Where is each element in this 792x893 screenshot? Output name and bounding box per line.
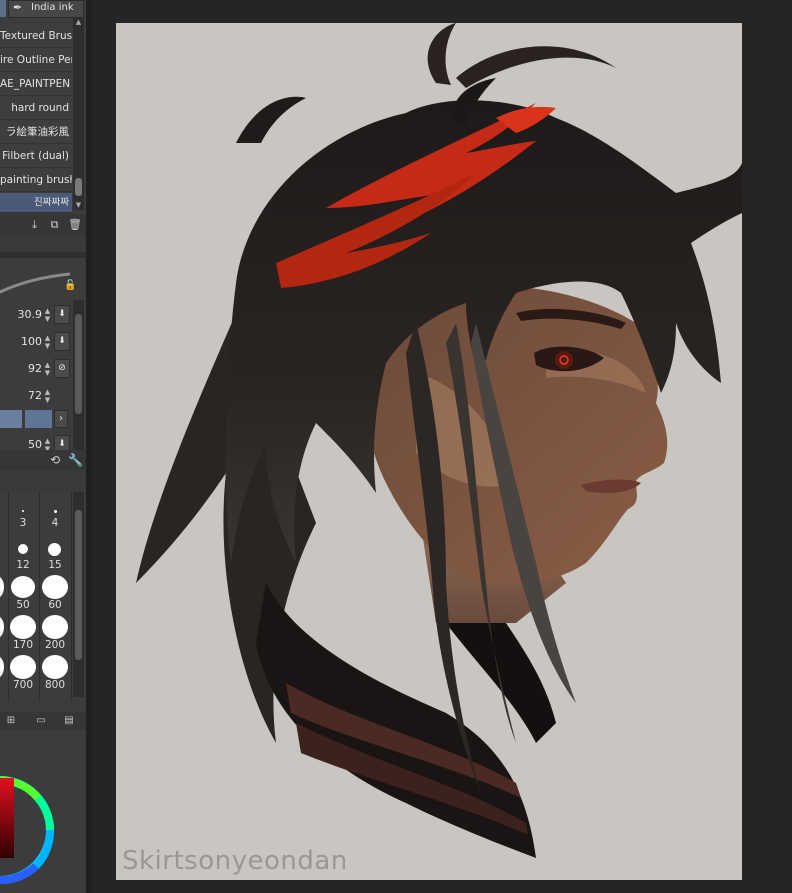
artist-signature: Skirtsonyeondan — [122, 846, 348, 876]
brush-size-3[interactable]: 3 — [8, 492, 38, 532]
size-label: 3 — [19, 517, 27, 529]
duplicate-icon[interactable]: ⧉ — [48, 218, 61, 231]
size-label: 4 — [51, 517, 59, 529]
brush-list-scrollbar[interactable]: ▲ ▼ — [73, 18, 84, 210]
import-icon[interactable]: ⤓ — [28, 218, 41, 231]
property-scrollbar[interactable] — [73, 300, 84, 450]
size-label: 60 — [48, 599, 62, 611]
artwork-illustration — [136, 23, 742, 858]
brush-size-170[interactable]: 170 — [8, 614, 38, 654]
brush-size-toolbar: ⊞ ▭ ▤ — [0, 712, 86, 730]
tab-label: India ink — [31, 2, 74, 13]
size-dot — [0, 576, 4, 598]
property-opacity: 100 ▲ ▼ ⬇ — [0, 331, 74, 353]
spinner-icon[interactable]: ▲ ▼ — [43, 361, 52, 377]
size-dot — [48, 543, 61, 556]
brush-item-oil-brush[interactable]: ラ絵筆油彩風 — [0, 121, 72, 144]
size-dot — [10, 615, 36, 639]
trash-icon[interactable]: 🗑 — [68, 218, 82, 231]
property-toolbar: ⟲ 🔧 — [0, 450, 86, 470]
brush-size-200[interactable]: 200 — [40, 614, 70, 654]
size-dot — [0, 656, 4, 678]
brush-list: ✒ India ink Textured Brush ire Outline P… — [0, 0, 86, 215]
size-label: 800 — [44, 679, 66, 691]
size-label: 15 — [48, 559, 62, 571]
canvas-paper[interactable]: Skirtsonyeondan — [116, 23, 742, 880]
tool-property-panel: 🔓 30.9 ▲ ▼ ⬇ 100 ▲ ▼ ⬇ 92 ▲ ▼ ⊘ 72 ▲ ▼ › 50 … — [0, 252, 86, 470]
brush-list-toolbar: ⤓ ⧉ 🗑 — [0, 214, 86, 236]
property-brush-size: 30.9 ▲ ▼ ⬇ — [0, 304, 74, 326]
size-dot — [42, 575, 68, 599]
scroll-up-arrow-icon[interactable]: ▲ — [74, 18, 83, 27]
size-dot — [54, 510, 57, 513]
property-value[interactable]: 100 — [21, 335, 42, 348]
sub-tool-tab-india-ink[interactable]: ✒ India ink — [8, 0, 84, 18]
lock-icon[interactable]: 🔓 — [64, 280, 76, 292]
brush-item-hard-round[interactable]: hard round — [0, 97, 72, 120]
size-dot — [22, 510, 24, 512]
size-dot — [42, 615, 68, 639]
swatch-main[interactable] — [0, 410, 22, 428]
brush-size-15[interactable]: 15 — [40, 534, 70, 574]
pressure-icon[interactable]: ⬇ — [54, 305, 70, 324]
brush-item-outline-pen[interactable]: ire Outline Pen — [0, 49, 72, 72]
layout-icon[interactable]: ⊞ — [4, 714, 18, 728]
disabled-icon[interactable]: ⊘ — [54, 359, 70, 378]
property-density: 92 ▲ ▼ ⊘ — [0, 358, 74, 380]
left-panel: ✒ India ink Textured Brush ire Outline P… — [0, 0, 86, 893]
color-wheel-panel — [0, 730, 86, 893]
size-dot — [10, 655, 36, 679]
scroll-down-arrow-icon[interactable]: ▼ — [74, 201, 83, 210]
size-dot — [42, 655, 68, 679]
stroke-preview — [0, 272, 70, 294]
spinner-icon[interactable]: ▲ ▼ — [43, 388, 52, 404]
brush-size-scrollbar[interactable] — [73, 492, 84, 697]
property-color-stretch: 72 ▲ ▼ — [0, 385, 74, 407]
brush-size-800[interactable]: 800 — [40, 654, 70, 694]
brush-size-60[interactable]: 60 — [40, 574, 70, 614]
size-dot — [18, 544, 28, 554]
property-value[interactable]: 92 — [28, 362, 42, 375]
panel-header — [0, 252, 86, 258]
property-value[interactable]: 30.9 — [18, 308, 43, 321]
brush-item-textured-brush[interactable]: Textured Brush — [0, 25, 72, 48]
scroll-thumb[interactable] — [75, 314, 82, 414]
pen-nib-icon: ✒ — [13, 1, 23, 14]
brush-size-700[interactable]: 700 — [8, 654, 38, 694]
panel-icon[interactable]: ▭ — [34, 714, 48, 728]
scroll-thumb[interactable] — [75, 178, 82, 196]
size-label: 700 — [12, 679, 34, 691]
brush-size-palette: 3 4 12 15 50 60 170 200 700 800 — [0, 492, 86, 712]
scroll-thumb[interactable] — [75, 510, 82, 660]
grid-line — [71, 492, 72, 702]
spinner-icon[interactable]: ▲ ▼ — [43, 307, 52, 323]
spinner-icon[interactable]: ▲ ▼ — [43, 334, 52, 350]
pressure-icon[interactable]: ⬇ — [54, 332, 70, 351]
size-label: 12 — [16, 559, 30, 571]
swatch-sub[interactable] — [25, 410, 52, 428]
panel-icon-2[interactable]: ▤ — [62, 714, 76, 728]
brush-size-12[interactable]: 12 — [8, 534, 38, 574]
size-label: 170 — [12, 639, 34, 651]
brush-size-50[interactable]: 50 — [8, 574, 38, 614]
chevron-right-icon[interactable]: › — [54, 410, 68, 428]
size-label: 50 — [16, 599, 30, 611]
brush-item-selected[interactable]: 진짜짜짜 — [0, 193, 72, 213]
brush-size-4[interactable]: 4 — [40, 492, 70, 532]
brush-item-filbert-dual[interactable]: Filbert (dual) — [0, 145, 72, 168]
size-dot — [0, 616, 4, 638]
brush-item-paintpen[interactable]: AE_PAINTPEN — [0, 73, 72, 96]
wrench-icon[interactable]: 🔧 — [68, 453, 83, 467]
property-value[interactable]: 72 — [28, 389, 42, 402]
color-wheel[interactable] — [0, 730, 86, 893]
size-dot — [11, 576, 35, 598]
color-swatch-bar[interactable] — [0, 410, 52, 428]
size-label: 200 — [44, 639, 66, 651]
sub-tool-tab-previous[interactable] — [0, 0, 6, 17]
reset-icon[interactable]: ⟲ — [48, 453, 62, 467]
brush-item-painting-brush[interactable]: painting brush — [0, 169, 72, 192]
